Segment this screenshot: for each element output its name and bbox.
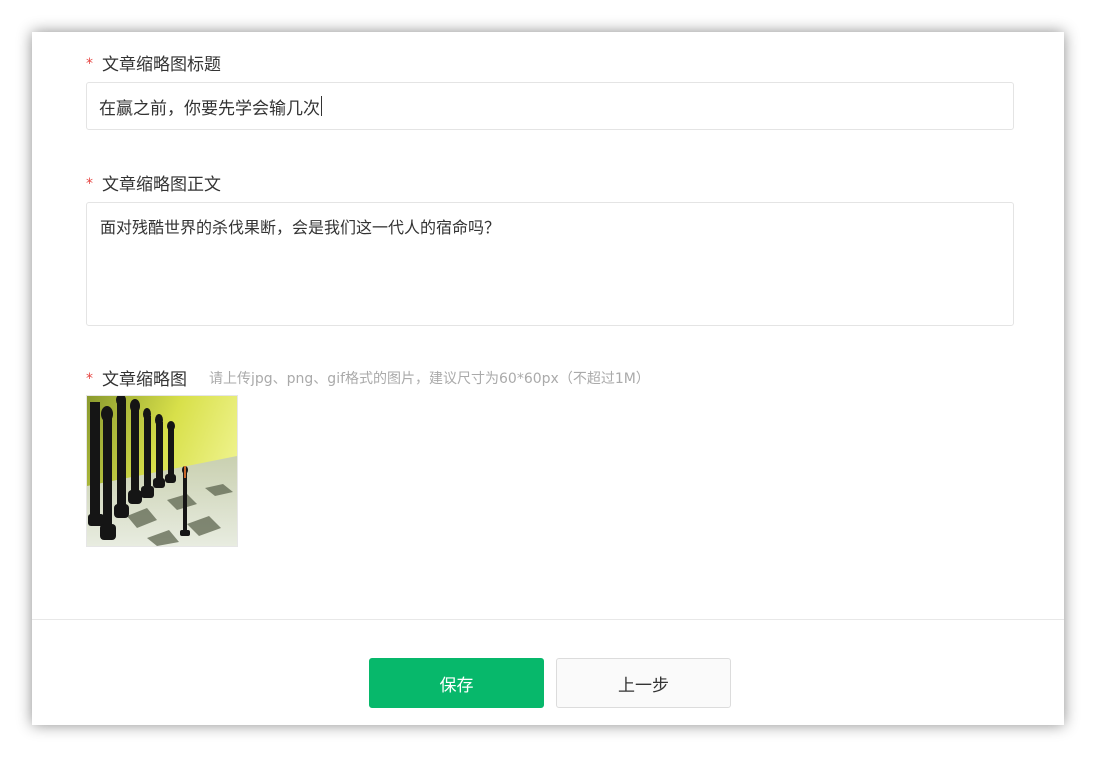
thumbnail-image-upload[interactable] [86,395,238,547]
required-mark: * [86,176,93,192]
text-caret [321,96,322,116]
thumbnail-body-field: * 文章缩略图正文 面对残酷世界的杀伐果断，会是我们这一代人的宿命吗？ [86,170,1014,326]
form-panel: * 文章缩略图标题 在赢之前，你要先学会输几次 * 文章缩略图正文 面对残酷世界… [32,32,1064,725]
required-mark: * [86,56,93,72]
previous-step-button[interactable]: 上一步 [556,658,731,708]
chess-thumbnail-icon [87,396,237,546]
thumbnail-image-field: * 文章缩略图 请上传jpg、png、gif格式的图片，建议尺寸为60*60px… [86,365,1014,547]
footer-divider [32,619,1064,620]
thumbnail-body-value: 面对残酷世界的杀伐果断，会是我们这一代人的宿命吗？ [100,218,501,237]
thumbnail-image-label: 文章缩略图 [102,369,187,390]
thumbnail-title-value: 在赢之前，你要先学会输几次 [99,98,320,119]
thumbnail-title-field: * 文章缩略图标题 在赢之前，你要先学会输几次 [86,50,1014,130]
thumbnail-title-input[interactable]: 在赢之前，你要先学会输几次 [86,82,1014,130]
thumbnail-body-label: 文章缩略图正文 [102,174,221,195]
save-button[interactable]: 保存 [369,658,544,708]
required-mark: * [86,371,93,387]
thumbnail-body-textarea[interactable]: 面对残酷世界的杀伐果断，会是我们这一代人的宿命吗？ [86,202,1014,326]
upload-hint: 请上传jpg、png、gif格式的图片，建议尺寸为60*60px（不超过1M） [209,371,650,387]
thumbnail-title-label: 文章缩略图标题 [102,54,221,75]
